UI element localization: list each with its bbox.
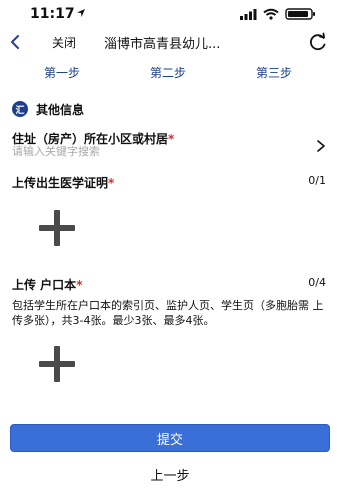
required-mark: *: [108, 176, 115, 190]
hukou-label: 上传 户口本*: [12, 276, 82, 293]
hukou-description: 包括学生所在户口本的索引页、监护人页、学生页（多胞胎需 上传多张），共3-4张。…: [12, 299, 324, 327]
address-label-text: 住址（房产）所在小区或村居: [12, 132, 169, 146]
chevron-left-icon: [11, 35, 19, 49]
required-mark: *: [168, 132, 175, 146]
section-info-icon: 汇: [12, 101, 28, 117]
step-1: 第一步: [44, 66, 81, 80]
status-time: 11:17: [30, 6, 75, 22]
step-indicator: 第一步 第二步 第三步: [0, 62, 340, 82]
status-bar: 11:17: [0, 0, 340, 28]
close-button[interactable]: 关闭: [52, 34, 76, 51]
chevron-right-icon[interactable]: [316, 140, 326, 152]
location-arrow-icon: [77, 9, 85, 17]
wifi-icon: [263, 8, 279, 20]
hukou-counter: 0/4: [308, 276, 326, 289]
hukou-upload-field: 上传 户口本* 0/4: [0, 276, 340, 296]
battery-icon: [285, 8, 315, 20]
refresh-icon[interactable]: [308, 32, 328, 52]
address-field[interactable]: 住址（房产）所在小区或村居*: [0, 130, 340, 162]
step-3: 第三步: [256, 66, 293, 80]
birth-cert-counter: 0/1: [308, 174, 326, 187]
add-birth-cert-button[interactable]: [37, 208, 77, 248]
plus-icon-v: [54, 346, 60, 382]
status-icons: [240, 8, 315, 20]
plus-icon-v: [54, 210, 60, 246]
hukou-label-text: 上传 户口本: [12, 278, 77, 292]
nav-bar: 关闭 淄博市高青县幼儿...: [0, 28, 340, 56]
required-mark: *: [76, 278, 83, 292]
submit-button[interactable]: 提交: [10, 424, 330, 452]
page-title: 淄博市高青县幼儿...: [104, 37, 221, 52]
back-button[interactable]: [6, 32, 24, 52]
section-header: 汇 其他信息: [12, 100, 84, 118]
step-2: 第二步: [150, 66, 187, 80]
previous-step-button[interactable]: 上一步: [0, 462, 340, 486]
section-title: 其他信息: [36, 102, 85, 117]
birth-cert-label: 上传出生医学证明*: [12, 174, 114, 191]
birth-cert-upload-field: 上传出生医学证明* 0/1: [0, 174, 340, 194]
add-hukou-button[interactable]: [37, 344, 77, 384]
signal-icon: [240, 9, 257, 20]
address-search-input[interactable]: [12, 145, 292, 158]
birth-cert-label-text: 上传出生医学证明: [12, 176, 109, 190]
